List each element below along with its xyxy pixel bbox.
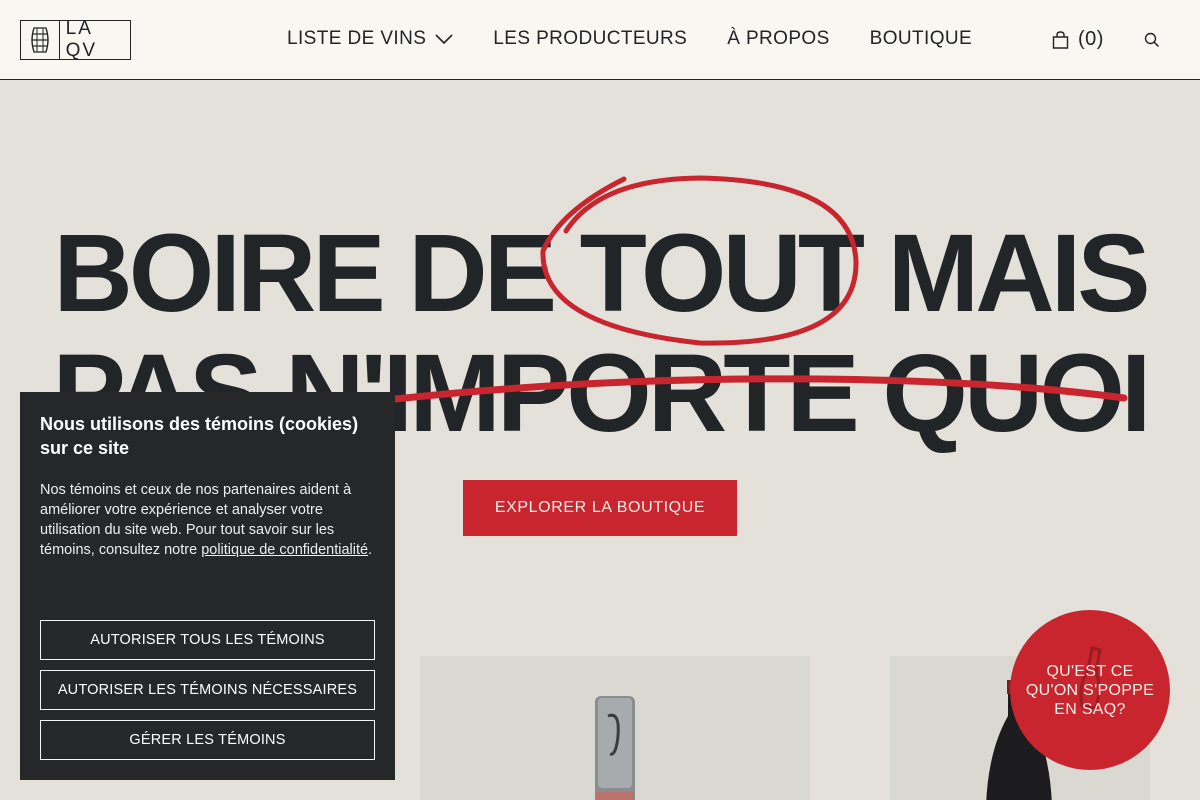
logo[interactable]: LA QV	[20, 18, 131, 61]
product-card[interactable]	[420, 656, 810, 800]
nav-item-liste-de-vins[interactable]: LISTE DE VINS	[287, 28, 453, 50]
nav-item-label: LES PRODUCTEURS	[493, 28, 688, 49]
cookie-body-end: .	[368, 542, 373, 558]
barrel-icon	[21, 21, 60, 59]
search-icon	[1144, 32, 1160, 48]
explore-shop-button[interactable]: EXPLORER LA BOUTIQUE	[463, 480, 737, 536]
cart-button[interactable]: (0)	[1052, 28, 1104, 51]
allow-all-cookies-button[interactable]: AUTORISER TOUS LES TÉMOINS	[40, 620, 375, 660]
nav-item-label: LISTE DE VINS	[287, 28, 427, 49]
cookie-description: Nos témoins et ceux de nos partenaires a…	[40, 480, 375, 560]
nav-item-label: BOUTIQUE	[869, 28, 973, 49]
saq-badge-line2: QU'ON S'POPPE	[1025, 681, 1155, 699]
chevron-down-icon	[435, 34, 453, 44]
allow-necessary-cookies-button[interactable]: AUTORISER LES TÉMOINS NÉCESSAIRES	[40, 670, 375, 710]
site-header: LA QV LISTE DE VINS LES PRODUCTEURS À PR…	[0, 0, 1200, 80]
cart-count: (0)	[1078, 28, 1104, 50]
logo-text: LA QV	[65, 18, 98, 61]
shopping-bag-icon	[1052, 30, 1069, 49]
nav-item-a-propos[interactable]: À PROPOS	[727, 28, 829, 50]
search-button[interactable]	[1144, 32, 1160, 53]
privacy-policy-link[interactable]: politique de confidentialité	[201, 542, 368, 558]
saq-badge-line1: QU'EST CE	[1046, 662, 1134, 680]
nav-item-les-producteurs[interactable]: LES PRODUCTEURS	[493, 28, 687, 50]
nav-item-label: À PROPOS	[727, 28, 830, 49]
cookie-title: Nous utilisons des témoins (cookies) sur…	[40, 414, 359, 458]
circle-scribble	[540, 175, 859, 346]
wine-bottle-image	[595, 696, 635, 800]
saq-badge-button[interactable]: QU'EST CE QU'ON S'POPPE EN SAQ?	[1010, 610, 1170, 770]
cookie-consent-banner: Nous utilisons des témoins (cookies) sur…	[20, 392, 395, 780]
saq-badge-line3: EN SAQ?	[1054, 700, 1126, 718]
nav-item-boutique[interactable]: BOUTIQUE	[870, 28, 972, 50]
main-nav: LISTE DE VINS LES PRODUCTEURS À PROPOS B…	[287, 28, 972, 50]
manage-cookies-button[interactable]: GÉRER LES TÉMOINS	[40, 720, 375, 760]
strike-through-line	[391, 375, 1128, 403]
